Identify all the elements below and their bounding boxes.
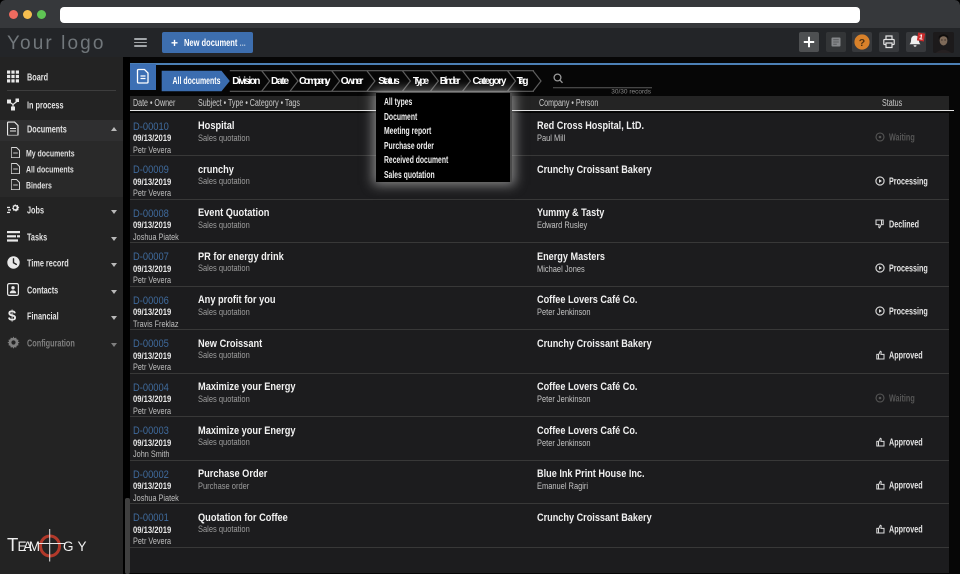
svg-text:All documents: All documents [173, 75, 221, 87]
svg-text:EAM: EAM [18, 539, 41, 554]
svg-text:$: $ [8, 308, 17, 323]
svg-text:Tag: Tag [517, 76, 529, 87]
svg-text:Owner: Owner [341, 76, 364, 87]
svg-text:Status: Status [378, 76, 400, 87]
svg-text:Company: Company [299, 76, 331, 87]
svg-text:Date: Date [271, 76, 289, 87]
svg-text:Category: Category [473, 76, 507, 87]
svg-text:Type: Type [413, 76, 430, 87]
svg-text:Division: Division [232, 76, 260, 87]
svg-text:GY: GY [63, 539, 87, 554]
svg-text:Binder: Binder [440, 76, 461, 87]
svg-text:30/30 records: 30/30 records [611, 89, 651, 96]
svg-text:?: ? [859, 37, 865, 49]
